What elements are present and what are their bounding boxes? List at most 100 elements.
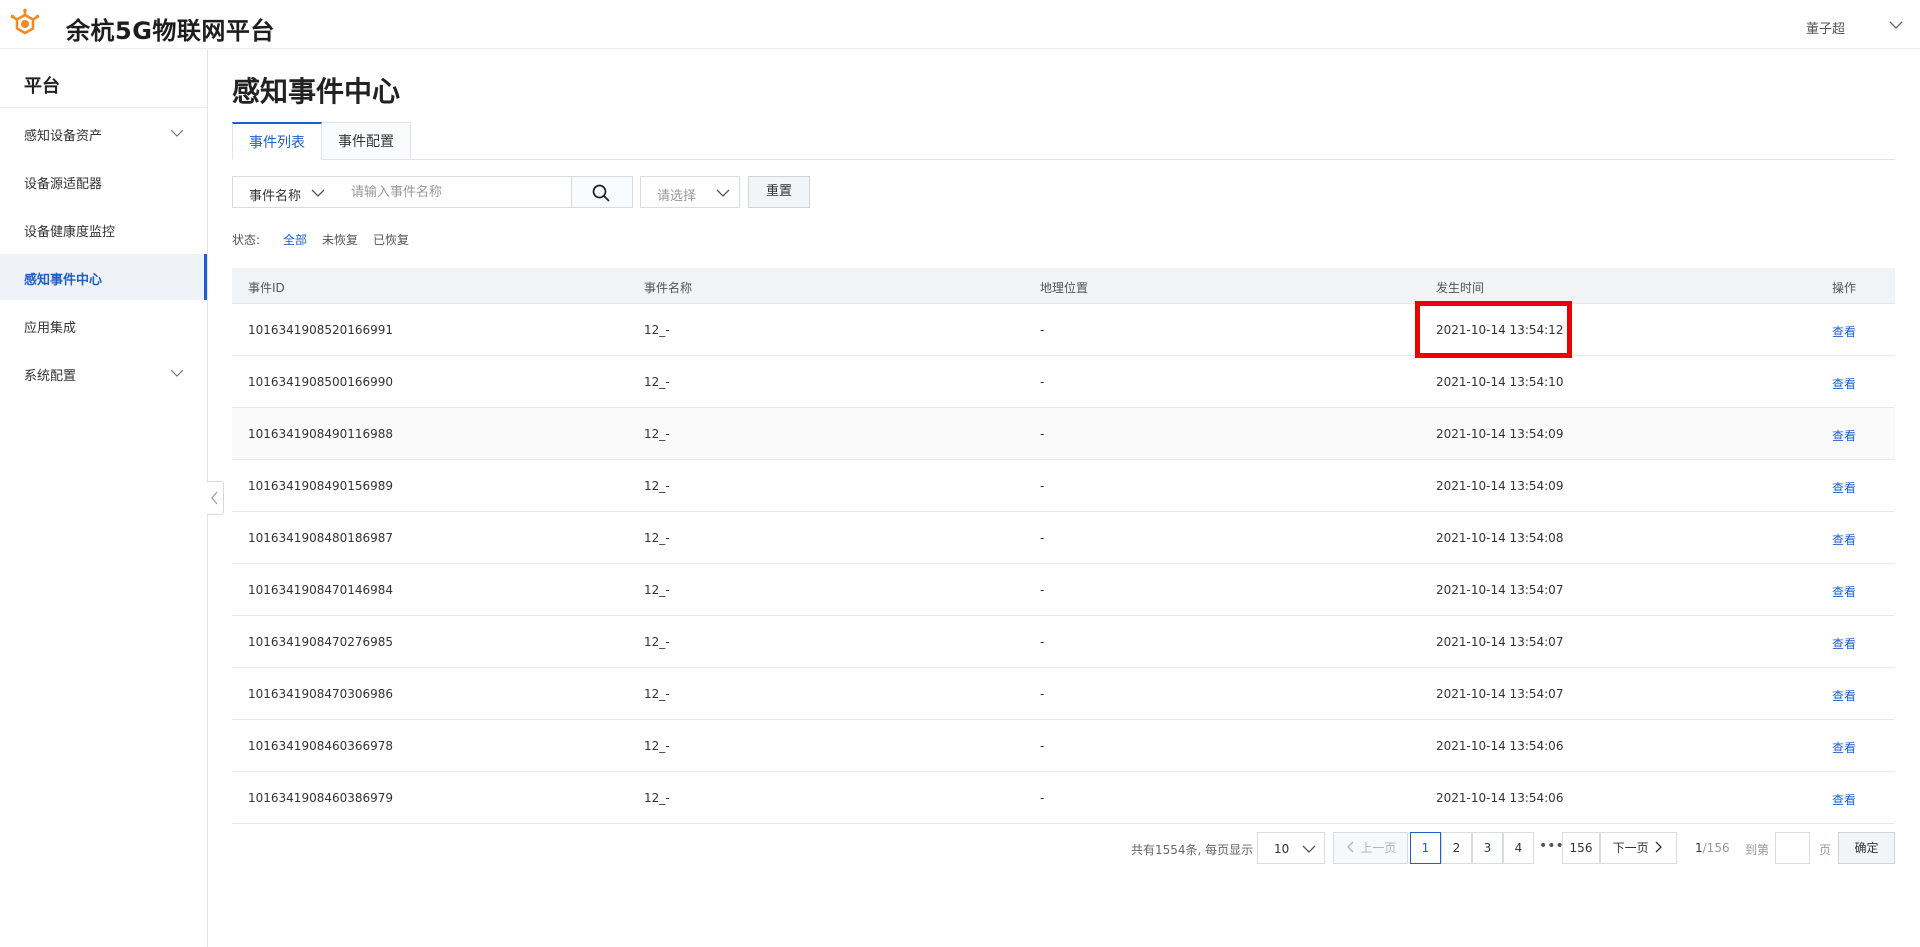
- sidebar-item-system-config[interactable]: 系统配置: [0, 350, 207, 396]
- search-field-select[interactable]: 事件名称: [232, 176, 335, 208]
- cell-time: 2021-10-14 13:54:09: [1436, 427, 1564, 441]
- next-page-button[interactable]: 下一页: [1600, 832, 1677, 864]
- cell-time: 2021-10-14 13:54:07: [1436, 583, 1564, 597]
- search-button[interactable]: [571, 176, 633, 208]
- cell-event-id: 1016341908470146984: [248, 583, 394, 597]
- column-header-event-id: 事件ID: [248, 281, 285, 295]
- cell-location: -: [1040, 583, 1045, 597]
- cell-time: 2021-10-14 13:54:08: [1436, 531, 1564, 545]
- cell-event-name: 12_-: [644, 531, 670, 545]
- sidebar-title: 平台: [24, 76, 60, 97]
- page-button-2[interactable]: 2: [1441, 832, 1472, 864]
- cell-event-id: 1016341908460366978: [248, 739, 394, 753]
- cell-event-name: 12_-: [644, 375, 670, 389]
- view-link[interactable]: 查看: [1832, 323, 1856, 340]
- status-option-recovered[interactable]: 已恢复: [373, 231, 409, 248]
- status-option-all[interactable]: 全部: [283, 231, 307, 248]
- sidebar-divider: [0, 107, 207, 108]
- reset-button[interactable]: 重置: [748, 176, 810, 208]
- cell-event-name: 12_-: [644, 791, 670, 805]
- cell-event-name: 12_-: [644, 635, 670, 649]
- sidebar-item-label: 感知设备资产: [24, 129, 103, 144]
- status-select[interactable]: 请选择: [640, 176, 740, 208]
- cell-time: 2021-10-14 13:54:09: [1436, 479, 1564, 493]
- top-bar: 余杭5G物联网平台 董子超: [0, 0, 1920, 49]
- cell-location: -: [1040, 375, 1045, 389]
- table-row: 1016341908480186987 12_- - 2021-10-14 13:54…: [232, 512, 1895, 564]
- user-name[interactable]: 董子超: [1806, 18, 1845, 37]
- cell-time: 2021-10-14 13:54:12: [1436, 323, 1564, 337]
- sidebar-item-label: 感知事件中心: [24, 273, 103, 288]
- chevron-down-icon: [716, 189, 730, 197]
- search-input[interactable]: [334, 176, 572, 208]
- view-link[interactable]: 查看: [1832, 635, 1856, 652]
- page-button-1[interactable]: 1: [1410, 832, 1441, 864]
- table-row: 1016341908460386979 12_- - 2021-10-14 13:54…: [232, 772, 1895, 824]
- view-link[interactable]: 查看: [1832, 427, 1856, 444]
- goto-page-input[interactable]: [1775, 832, 1810, 864]
- cell-event-id: 1016341908520166991: [248, 323, 394, 337]
- table-row: 1016341908490156989 12_- - 2021-10-14 13:54…: [232, 460, 1895, 512]
- column-header-action: 操作: [1832, 281, 1857, 295]
- app-title: 余杭5G物联网平台: [66, 17, 275, 45]
- prev-page-button[interactable]: 上一页: [1333, 832, 1408, 864]
- table-header: 事件ID 事件名称 地理位置 发生时间 操作: [232, 268, 1895, 304]
- table-row: 1016341908470276985 12_- - 2021-10-14 13:54…: [232, 616, 1895, 668]
- prev-page-label: 上一页: [1360, 841, 1397, 855]
- view-link[interactable]: 查看: [1832, 739, 1856, 756]
- tab-event-list[interactable]: 事件列表: [232, 122, 322, 160]
- sidebar-collapse-button[interactable]: [207, 481, 224, 515]
- table-row: 1016341908500166990 12_- - 2021-10-14 13:54…: [232, 356, 1895, 408]
- status-filter-label: 状态:: [232, 233, 261, 247]
- view-link[interactable]: 查看: [1832, 375, 1856, 392]
- view-link[interactable]: 查看: [1832, 531, 1856, 548]
- sidebar-item-label: 系统配置: [24, 369, 77, 384]
- chevron-right-icon: [1655, 841, 1663, 853]
- page-info-current: 1: [1695, 841, 1703, 855]
- page-size-select[interactable]: 10: [1257, 832, 1325, 864]
- chevron-down-icon: [311, 189, 325, 197]
- status-option-unrecovered[interactable]: 未恢复: [322, 231, 358, 248]
- view-link[interactable]: 查看: [1832, 687, 1856, 704]
- cell-location: -: [1040, 791, 1045, 805]
- cell-event-name: 12_-: [644, 479, 670, 493]
- sidebar-item-label: 设备健康度监控: [24, 225, 116, 240]
- goto-confirm-button[interactable]: 确定: [1838, 832, 1895, 864]
- sidebar: 平台 感知设备资产 设备源适配器 设备健康度监控 感知事件中心 应用集成 系统配…: [0, 50, 208, 947]
- column-header-event-name: 事件名称: [644, 281, 693, 295]
- page-size-value: 10: [1274, 842, 1290, 856]
- view-link[interactable]: 查看: [1832, 479, 1856, 496]
- sidebar-item-app-integration[interactable]: 应用集成: [0, 302, 207, 348]
- sidebar-item-device-assets[interactable]: 感知设备资产: [0, 110, 207, 156]
- cell-location: -: [1040, 531, 1045, 545]
- page-button-last[interactable]: 156: [1562, 832, 1600, 864]
- page-button-3[interactable]: 3: [1472, 832, 1503, 864]
- view-link[interactable]: 查看: [1832, 791, 1856, 808]
- chevron-down-icon[interactable]: [1888, 17, 1904, 33]
- sidebar-item-health-monitor[interactable]: 设备健康度监控: [0, 206, 207, 252]
- chevron-down-icon: [1302, 845, 1316, 853]
- pagination-ellipsis[interactable]: •••: [1539, 838, 1564, 854]
- chevron-left-icon: [211, 491, 218, 505]
- sidebar-item-event-center[interactable]: 感知事件中心: [0, 254, 207, 300]
- cell-location: -: [1040, 323, 1045, 337]
- next-page-label: 下一页: [1612, 841, 1649, 855]
- pagination-total: 共有1554条, 每页显示: [1131, 843, 1254, 857]
- sidebar-item-device-adapter[interactable]: 设备源适配器: [0, 158, 207, 204]
- cell-event-name: 12_-: [644, 323, 670, 337]
- cell-event-id: 1016341908500166990: [248, 375, 394, 389]
- status-select-placeholder: 请选择: [657, 189, 697, 204]
- chevron-down-icon: [170, 369, 184, 377]
- table-row: 1016341908490116988 12_- - 2021-10-14 13:54…: [232, 408, 1895, 460]
- tabs-divider: [232, 159, 1895, 160]
- page-button-4[interactable]: 4: [1503, 832, 1534, 864]
- cell-event-id: 1016341908490116988: [248, 427, 394, 441]
- cell-time: 2021-10-14 13:54:10: [1436, 375, 1564, 389]
- page-info: 1/156: [1695, 841, 1730, 855]
- tab-event-config[interactable]: 事件配置: [322, 122, 411, 160]
- sidebar-item-label: 设备源适配器: [24, 177, 103, 192]
- view-link[interactable]: 查看: [1832, 583, 1856, 600]
- cell-event-id: 1016341908470306986: [248, 687, 394, 701]
- cell-event-id: 1016341908460386979: [248, 791, 394, 805]
- table-row: 1016341908470306986 12_- - 2021-10-14 13:54…: [232, 668, 1895, 720]
